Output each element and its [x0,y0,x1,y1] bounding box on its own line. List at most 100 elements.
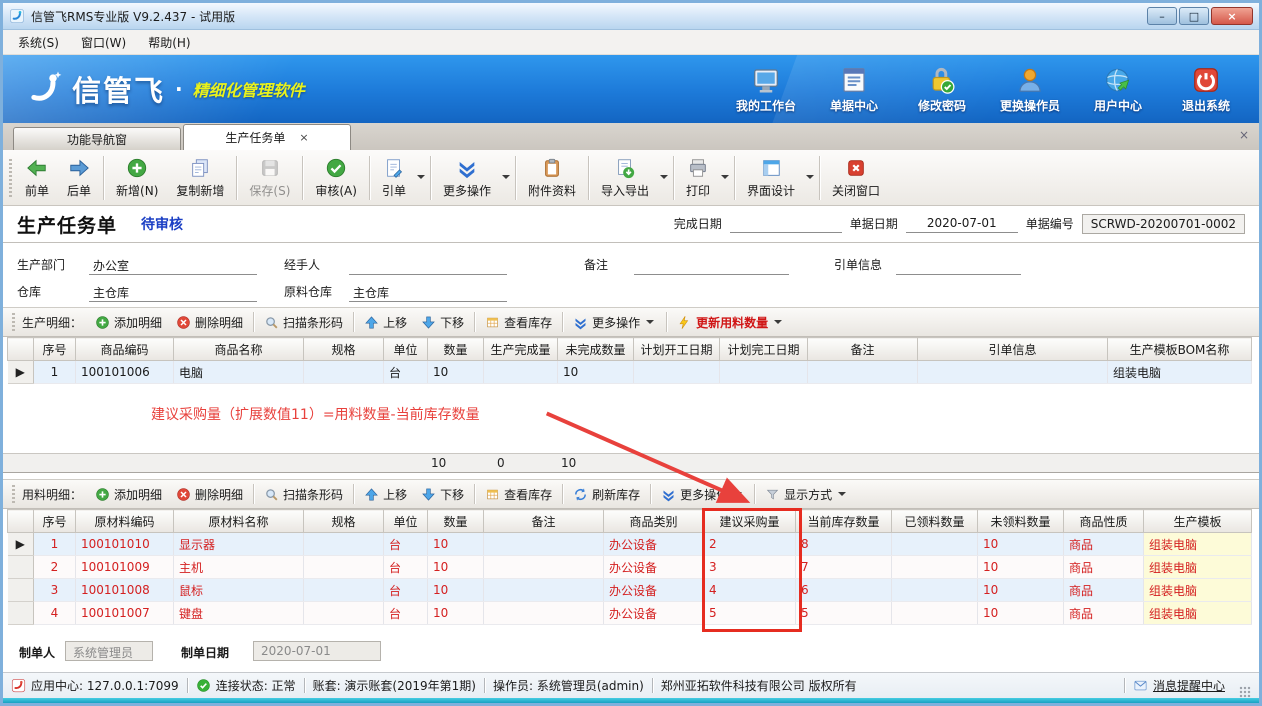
complete-date-field[interactable] [730,216,842,233]
column-header[interactable]: 已领料数量 [892,510,978,533]
column-header[interactable]: 备注 [808,338,918,361]
section-button[interactable]: 上移 [357,311,414,334]
section-button[interactable]: 下移 [414,483,471,506]
column-header[interactable]: 原材料名称 [174,510,304,533]
column-header[interactable]: 备注 [484,510,604,533]
section-button[interactable]: 上移 [357,483,414,506]
banner-action[interactable]: 我的工作台 [725,65,807,114]
table-row[interactable]: 3100101008鼠标台10办公设备4610商品组装电脑 [8,579,1252,602]
toolbar-button[interactable]: 新增(N) [107,153,167,202]
menu-item[interactable]: 系统(S) [7,31,70,54]
toolbar-button[interactable]: 更多操作 [434,153,500,202]
column-header[interactable]: 当前库存数量 [796,510,892,533]
section-button[interactable]: 更多操作 [654,483,751,506]
field-value[interactable]: 办公室 [89,257,257,275]
row-selector-cell[interactable] [8,579,34,602]
chevron-down-icon[interactable] [838,492,846,500]
section-button[interactable]: 显示方式 [758,483,855,506]
row-selector-cell[interactable] [8,602,34,625]
tab-active[interactable]: 生产任务单× [183,124,351,150]
panel-close-icon[interactable]: × [1239,128,1249,142]
section-button[interactable]: 查看库存 [478,483,559,506]
section-button[interactable]: 下移 [414,311,471,334]
toolbar-button[interactable]: 前单 [16,153,58,202]
chevron-down-icon[interactable] [734,492,742,500]
column-header[interactable]: 数量 [428,510,484,533]
column-header[interactable]: 单位 [384,510,428,533]
toolbar-button[interactable]: 界面设计 [738,153,804,202]
banner-action[interactable]: 用户中心 [1077,65,1159,114]
toolbar-button[interactable]: 导入导出 [592,153,658,202]
field-value[interactable] [896,257,1021,275]
row-selector-cell[interactable]: ▶ [8,533,34,556]
chevron-down-icon[interactable] [721,175,729,183]
column-header[interactable]: 原材料编码 [76,510,174,533]
table-row[interactable]: 2100101009主机台10办公设备3710商品组装电脑 [8,556,1252,579]
banner-action[interactable]: 退出系统 [1165,65,1247,114]
resize-grip[interactable] [1239,686,1251,698]
column-header[interactable]: 商品编码 [76,338,174,361]
toolbar-button[interactable]: 引单 [373,153,415,202]
statusbar-segment[interactable]: 消息提醒中心 [1133,677,1225,694]
section-button[interactable]: 查看库存 [478,311,559,334]
section-button[interactable]: 刷新库存 [566,483,647,506]
column-header[interactable]: 计划开工日期 [634,338,720,361]
tab-close-icon[interactable]: × [299,131,308,144]
column-header[interactable]: 计划完工日期 [720,338,808,361]
toolbar-button[interactable]: 复制新增 [167,153,233,202]
column-header[interactable]: 未完成数量 [558,338,634,361]
toolbar-button[interactable]: 关闭窗口 [823,153,889,202]
toolbar-button[interactable]: 附件资料 [519,153,585,202]
column-header[interactable]: 商品类别 [604,510,704,533]
field-value[interactable]: 主仓库 [89,284,257,302]
chevron-down-icon[interactable] [417,175,425,183]
maximize-button[interactable]: □ [1179,7,1209,25]
toolbar-button[interactable]: 审核(A) [306,153,366,202]
toolbar-button[interactable]: 后单 [58,153,100,202]
chevron-down-icon[interactable] [502,175,510,183]
column-header[interactable]: 商品名称 [174,338,304,361]
column-header[interactable]: 序号 [34,338,76,361]
banner-action[interactable]: 修改密码 [901,65,983,114]
minimize-button[interactable]: – [1147,7,1177,25]
column-header[interactable]: 商品性质 [1064,510,1144,533]
chevron-down-icon[interactable] [660,175,668,183]
section-button[interactable]: 更多操作 [566,311,663,334]
section-button[interactable]: 更新用料数量 [670,311,791,334]
section-button[interactable]: 扫描条形码 [257,483,350,506]
menu-item[interactable]: 窗口(W) [70,31,137,54]
column-header[interactable]: 规格 [304,510,384,533]
banner-action[interactable]: 单据中心 [813,65,895,114]
column-header[interactable]: 引单信息 [918,338,1108,361]
table-row[interactable]: ▶1100101010显示器台10办公设备2810商品组装电脑 [8,533,1252,556]
statusbar-link[interactable]: 消息提醒中心 [1153,677,1225,694]
row-selector-cell[interactable]: ▶ [8,361,34,384]
field-value[interactable] [349,257,507,275]
column-header[interactable]: 生产模板 [1144,510,1252,533]
column-header[interactable]: 序号 [34,510,76,533]
section-button[interactable]: 添加明细 [88,483,169,506]
close-button[interactable]: × [1211,7,1253,25]
column-header[interactable]: 单位 [384,338,428,361]
table-row[interactable]: 4100101007键盘台10办公设备5510商品组装电脑 [8,602,1252,625]
section-button[interactable]: 删除明细 [169,311,250,334]
chevron-down-icon[interactable] [646,320,654,328]
column-header[interactable]: 生产模板BOM名称 [1108,338,1252,361]
table-row[interactable]: ▶1100101006电脑台1010组装电脑 [8,361,1252,384]
chevron-down-icon[interactable] [806,175,814,183]
doc-date-field[interactable]: 2020-07-01 [906,216,1018,233]
column-header[interactable]: 规格 [304,338,384,361]
column-header[interactable]: 未领料数量 [978,510,1064,533]
field-value[interactable]: 主仓库 [349,284,507,302]
column-header[interactable]: 生产完成量 [484,338,558,361]
column-header[interactable]: 数量 [428,338,484,361]
column-header[interactable]: 建议采购量 [704,510,796,533]
banner-action[interactable]: 更换操作员 [989,65,1071,114]
chevron-down-icon[interactable] [774,320,782,328]
toolbar-button[interactable]: 打印 [677,153,719,202]
section-button[interactable]: 扫描条形码 [257,311,350,334]
field-value[interactable] [634,257,789,275]
menu-item[interactable]: 帮助(H) [137,31,201,54]
tab-inactive[interactable]: 功能导航窗 [13,127,181,150]
section-button[interactable]: 删除明细 [169,483,250,506]
